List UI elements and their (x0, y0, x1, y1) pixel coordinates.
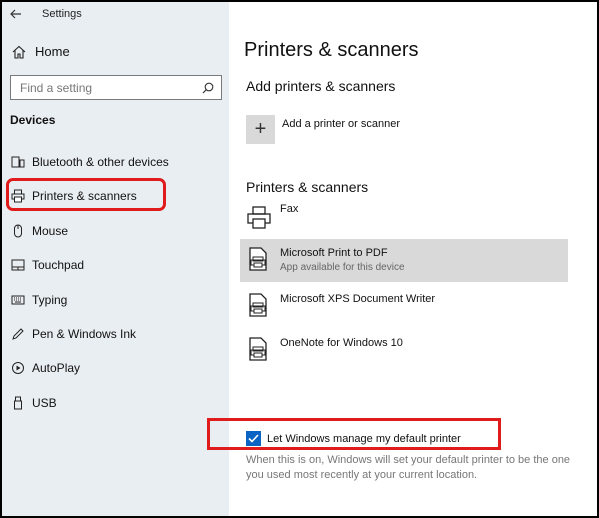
pen-icon (10, 326, 26, 342)
plus-icon: + (254, 118, 267, 140)
printer-doc-icon (249, 293, 267, 317)
keyboard-icon (10, 292, 26, 308)
sidebar-item-label: Pen & Windows Ink (32, 327, 137, 341)
printer-item-pdf[interactable]: Microsoft Print to PDF App available for… (240, 239, 568, 282)
home-label: Home (35, 44, 70, 59)
usb-icon (10, 395, 26, 411)
back-arrow-icon[interactable] (10, 7, 30, 22)
title-bar: Settings (10, 6, 82, 22)
sidebar-item-autoplay[interactable]: AutoPlay (10, 355, 225, 381)
home-icon (12, 45, 26, 59)
sidebar-item-typing[interactable]: Typing (10, 287, 225, 313)
sidebar-item-label: USB (32, 396, 57, 410)
printer-item-xps[interactable]: Microsoft XPS Document Writer (240, 285, 568, 328)
mouse-icon (10, 223, 26, 239)
touchpad-icon (10, 257, 26, 273)
main-content: Printers & scanners Add printers & scann… (207, 2, 597, 516)
printer-name: OneNote for Windows 10 (280, 337, 403, 349)
add-section-title: Add printers & scanners (246, 78, 396, 94)
annotation-highlight-checkbox (207, 418, 501, 450)
printer-name: Microsoft XPS Document Writer (280, 293, 436, 305)
search-icon[interactable] (202, 81, 214, 99)
sidebar-item-label: Bluetooth & other devices (32, 155, 169, 169)
sidebar-item-pen[interactable]: Pen & Windows Ink (10, 321, 225, 347)
sidebar-item-bluetooth[interactable]: Bluetooth & other devices (10, 149, 225, 175)
default-printer-helper-text: When this is on, Windows will set your d… (246, 454, 571, 481)
sidebar-item-label: Mouse (32, 224, 69, 238)
search-box[interactable] (10, 75, 222, 100)
printer-doc-icon (249, 337, 267, 361)
bluetooth-devices-icon (10, 154, 26, 170)
autoplay-icon (10, 360, 26, 376)
sidebar-item-label: Touchpad (32, 258, 85, 272)
annotation-highlight-sidebar (6, 178, 166, 211)
printer-item-onenote[interactable]: OneNote for Windows 10 (240, 329, 568, 372)
add-printer-button[interactable]: + (246, 115, 275, 144)
sidebar-item-label: Typing (32, 293, 68, 307)
home-link[interactable]: Home (12, 44, 70, 59)
section-label-devices: Devices (10, 113, 56, 127)
printer-name: Microsoft Print to PDF (280, 247, 388, 259)
printer-item-fax[interactable]: Fax (240, 198, 568, 241)
add-printer-label[interactable]: Add a printer or scanner (282, 118, 400, 130)
printers-section-title: Printers & scanners (246, 179, 369, 195)
settings-window: Settings Home Devices Bluetooth & other … (2, 2, 597, 516)
printer-status: App available for this device (280, 262, 405, 273)
window-title: Settings (42, 8, 82, 20)
sidebar: Settings Home Devices Bluetooth & other … (2, 2, 229, 516)
printer-name: Fax (280, 203, 299, 215)
page-title: Printers & scanners (244, 39, 419, 61)
sidebar-item-label: AutoPlay (32, 361, 81, 375)
search-input[interactable] (11, 80, 191, 95)
printer-doc-icon (249, 247, 267, 271)
sidebar-item-usb[interactable]: USB (10, 390, 225, 416)
fax-icon (247, 206, 271, 229)
sidebar-item-mouse[interactable]: Mouse (10, 218, 225, 244)
sidebar-item-touchpad[interactable]: Touchpad (10, 252, 225, 278)
